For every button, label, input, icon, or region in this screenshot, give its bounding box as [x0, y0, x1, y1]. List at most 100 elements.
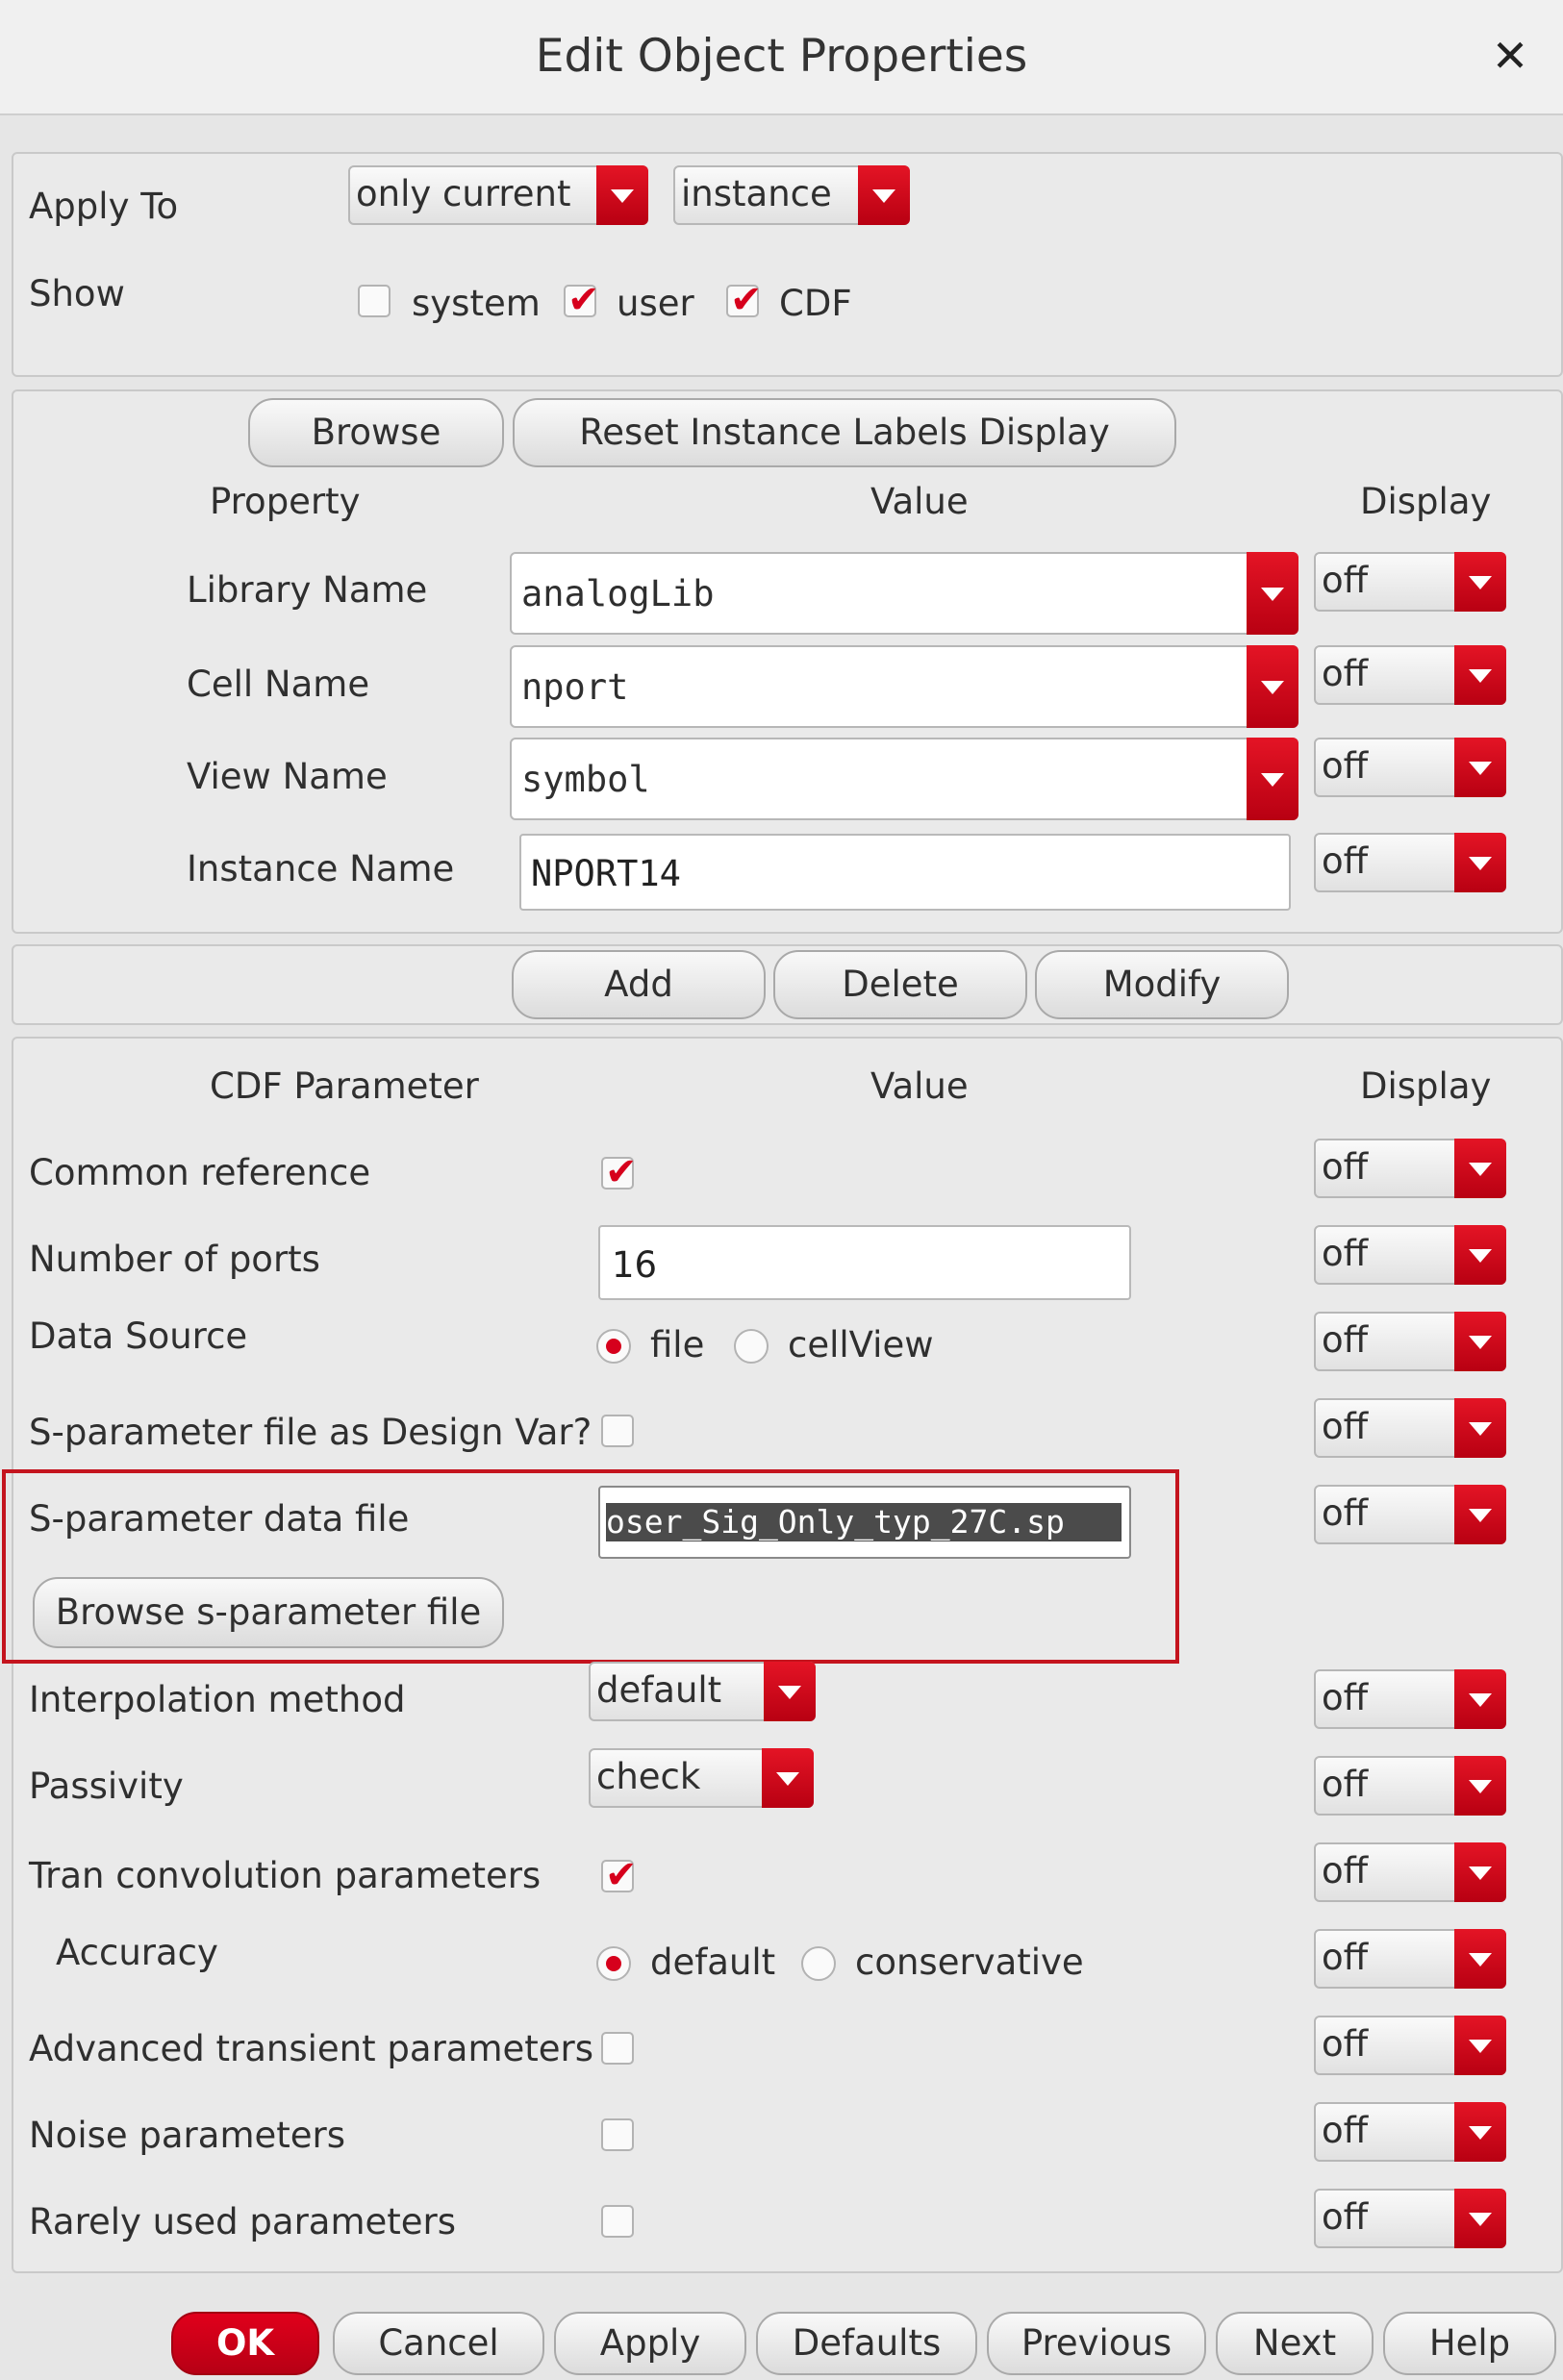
tran-convolution-checkbox[interactable]: ✔: [601, 1856, 638, 1894]
sparam-design-var-display-select[interactable]: off: [1314, 1398, 1506, 1458]
rarely-used-display-select[interactable]: off: [1314, 2189, 1506, 2248]
accuracy-conservative-radio[interactable]: [801, 1946, 836, 1981]
show-user-label: user: [617, 283, 694, 324]
view-name-label: View Name: [187, 756, 388, 797]
number-of-ports-display-value: off: [1322, 1233, 1369, 1274]
instance-name-input[interactable]: NPORT14: [519, 834, 1291, 911]
chevron-down-icon: [1454, 738, 1506, 797]
chevron-down-icon: [764, 1662, 816, 1721]
chevron-down-icon: [1454, 1485, 1506, 1544]
library-name-label: Library Name: [187, 569, 428, 611]
browse-button[interactable]: Browse: [248, 398, 504, 467]
accuracy-conservative-label: conservative: [855, 1942, 1084, 1983]
noise-parameters-label: Noise parameters: [29, 2115, 346, 2156]
cell-name-value: nport: [521, 666, 629, 708]
library-name-display-value: off: [1322, 560, 1369, 601]
advanced-transient-display-select[interactable]: off: [1314, 2016, 1506, 2075]
reset-instance-labels-button[interactable]: Reset Instance Labels Display: [513, 398, 1176, 467]
data-source-display-value: off: [1322, 1319, 1369, 1361]
tran-convolution-display-select[interactable]: off: [1314, 1842, 1506, 1902]
library-name-display-select[interactable]: off: [1314, 552, 1506, 612]
sparam-design-var-label: S-parameter file as Design Var?: [29, 1412, 592, 1453]
apply-to-scope-value: only current: [356, 173, 571, 214]
instance-name-display-select[interactable]: off: [1314, 833, 1506, 892]
accuracy-default-radio[interactable]: [596, 1946, 631, 1981]
view-name-display-select[interactable]: off: [1314, 738, 1506, 797]
passivity-select[interactable]: check: [589, 1748, 814, 1808]
advanced-transient-checkbox[interactable]: [601, 2032, 634, 2065]
cell-name-combo[interactable]: nport: [510, 645, 1298, 728]
next-button[interactable]: Next: [1216, 2312, 1374, 2375]
chevron-down-icon: [1454, 2189, 1506, 2248]
accuracy-default-label: default: [650, 1942, 776, 1983]
previous-button[interactable]: Previous: [987, 2312, 1206, 2375]
sparam-design-var-display-value: off: [1322, 1406, 1369, 1447]
chevron-down-icon: [762, 1748, 814, 1808]
number-of-ports-label: Number of ports: [29, 1239, 320, 1280]
cell-name-label: Cell Name: [187, 664, 370, 705]
checkmark-icon: ✔: [605, 1853, 638, 1897]
data-source-label: Data Source: [29, 1315, 248, 1357]
chevron-down-icon: [1454, 2016, 1506, 2075]
tran-convolution-display-value: off: [1322, 1850, 1369, 1891]
apply-to-scope-select[interactable]: only current: [348, 165, 648, 225]
rarely-used-checkbox[interactable]: [601, 2205, 634, 2238]
cell-name-display-select[interactable]: off: [1314, 645, 1506, 705]
browse-sparam-file-button[interactable]: Browse s-parameter file: [33, 1577, 504, 1648]
data-source-cellview-radio[interactable]: [734, 1329, 769, 1364]
apply-button[interactable]: Apply: [554, 2312, 746, 2375]
cdf-value-header: Value: [870, 1065, 969, 1107]
chevron-down-icon: [1247, 645, 1298, 728]
sparam-design-var-checkbox[interactable]: [601, 1415, 634, 1447]
rarely-used-display-value: off: [1322, 2196, 1369, 2238]
data-source-cellview-label: cellView: [788, 1324, 934, 1365]
chevron-down-icon: [1454, 1398, 1506, 1458]
noise-display-select[interactable]: off: [1314, 2102, 1506, 2162]
accuracy-label: Accuracy: [56, 1932, 218, 1973]
apply-to-object-select[interactable]: instance: [673, 165, 910, 225]
apply-to-label: Apply To: [29, 186, 179, 227]
sparam-data-file-input[interactable]: oser_Sig_Only_typ_27C.sp: [598, 1486, 1131, 1559]
accuracy-display-value: off: [1322, 1937, 1369, 1978]
number-of-ports-display-select[interactable]: off: [1314, 1225, 1506, 1285]
modify-button[interactable]: Modify: [1035, 950, 1289, 1019]
show-user-checkbox[interactable]: ✔: [564, 281, 600, 319]
show-system-checkbox[interactable]: [358, 285, 391, 317]
library-name-value: analogLib: [521, 573, 715, 614]
interpolation-display-value: off: [1322, 1677, 1369, 1718]
defaults-button[interactable]: Defaults: [756, 2312, 977, 2375]
rarely-used-label: Rarely used parameters: [29, 2201, 457, 2242]
advanced-transient-display-value: off: [1322, 2023, 1369, 2065]
display-header: Display: [1360, 481, 1492, 522]
noise-parameters-checkbox[interactable]: [601, 2118, 634, 2151]
passivity-label: Passivity: [29, 1766, 184, 1807]
chevron-down-icon: [858, 165, 910, 225]
accuracy-display-select[interactable]: off: [1314, 1929, 1506, 1989]
cell-name-display-value: off: [1322, 653, 1369, 694]
data-source-file-label: file: [650, 1324, 705, 1365]
close-icon[interactable]: ✕: [1481, 27, 1539, 85]
passivity-display-select[interactable]: off: [1314, 1756, 1506, 1816]
interpolation-method-select[interactable]: default: [589, 1662, 816, 1721]
data-source-file-radio[interactable]: [596, 1329, 631, 1364]
help-button[interactable]: Help: [1383, 2312, 1556, 2375]
interpolation-method-value: default: [596, 1669, 722, 1711]
view-name-combo[interactable]: symbol: [510, 738, 1298, 820]
add-button[interactable]: Add: [512, 950, 766, 1019]
apply-to-object-value: instance: [681, 173, 832, 214]
interpolation-display-select[interactable]: off: [1314, 1669, 1506, 1729]
chevron-down-icon: [1454, 1756, 1506, 1816]
library-name-combo[interactable]: analogLib: [510, 552, 1298, 635]
sparam-data-file-display-select[interactable]: off: [1314, 1485, 1506, 1544]
data-source-display-select[interactable]: off: [1314, 1312, 1506, 1371]
show-cdf-checkbox[interactable]: ✔: [726, 281, 763, 319]
cancel-button[interactable]: Cancel: [333, 2312, 544, 2375]
ok-button[interactable]: OK: [171, 2312, 319, 2375]
chevron-down-icon: [1454, 1669, 1506, 1729]
number-of-ports-input[interactable]: 16: [598, 1225, 1131, 1300]
window-title: Edit Object Properties: [535, 30, 1028, 83]
common-reference-checkbox[interactable]: ✔: [601, 1153, 638, 1191]
common-reference-display-select[interactable]: off: [1314, 1139, 1506, 1198]
cdf-display-header: Display: [1360, 1065, 1492, 1107]
delete-button[interactable]: Delete: [773, 950, 1027, 1019]
